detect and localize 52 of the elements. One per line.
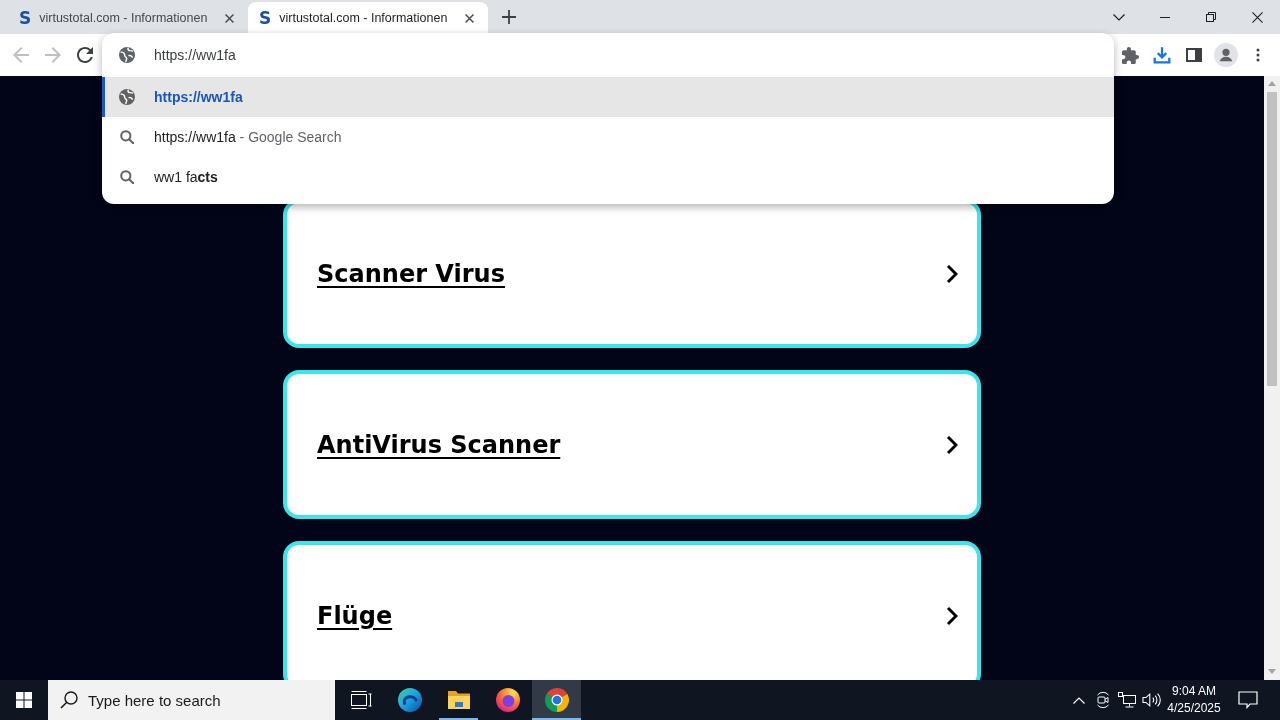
browser-tab[interactable]: S virtustotal.com - Informationen bbox=[8, 2, 248, 34]
clock-date: 4/25/2025 bbox=[1166, 700, 1222, 717]
close-icon bbox=[1251, 11, 1263, 23]
globe-icon bbox=[119, 89, 135, 105]
orb-logo-icon bbox=[495, 688, 520, 712]
chevron-right-icon bbox=[946, 605, 958, 626]
omnibox-suggestion[interactable]: https://ww1fa - Google Search bbox=[102, 117, 1114, 157]
arrow-left-icon bbox=[13, 47, 29, 63]
arrow-right-icon bbox=[45, 47, 61, 63]
search-icon bbox=[120, 130, 134, 144]
tab-favicon: S bbox=[19, 9, 32, 27]
camera-icon bbox=[1095, 692, 1111, 708]
card-title-link[interactable]: AntiVirus Scanner bbox=[317, 426, 561, 463]
scrollbar-thumb[interactable] bbox=[1267, 92, 1277, 386]
chevron-right-icon bbox=[946, 263, 958, 284]
omnibox-suggestion[interactable]: https://ww1fa bbox=[102, 77, 1114, 117]
profile-button[interactable] bbox=[1212, 41, 1240, 69]
plus-icon bbox=[502, 10, 516, 24]
start-icon bbox=[16, 692, 32, 708]
omnibox-suggestion[interactable]: ww1 facts bbox=[102, 157, 1114, 197]
side-panel-icon bbox=[1186, 48, 1202, 62]
search-icon bbox=[60, 691, 78, 709]
card-title-link[interactable]: Scanner Virus bbox=[317, 255, 505, 292]
browser-tab[interactable]: S virtustotal.com - Informationen bbox=[248, 2, 488, 34]
network-icon bbox=[1118, 692, 1136, 708]
chevron-right-icon bbox=[946, 434, 958, 455]
chevron-down-icon bbox=[1113, 13, 1125, 21]
task-view-icon bbox=[349, 690, 372, 710]
folder-icon bbox=[446, 690, 471, 710]
ring-logo-icon bbox=[544, 688, 569, 712]
reload-icon bbox=[77, 47, 93, 63]
minimize-icon bbox=[1160, 16, 1170, 18]
volume-icon bbox=[1141, 692, 1161, 708]
swirl-logo-icon bbox=[397, 688, 422, 712]
close-icon bbox=[464, 13, 474, 23]
address-field[interactable]: https://ww1fa bbox=[154, 44, 1114, 66]
clock-time: 9:04 AM bbox=[1171, 683, 1217, 700]
card-title-link[interactable]: Flüge bbox=[317, 597, 393, 634]
globe-icon bbox=[119, 47, 135, 63]
taskbar-app-button[interactable] bbox=[532, 680, 581, 720]
notification-icon bbox=[1237, 691, 1258, 709]
close-icon bbox=[224, 13, 234, 23]
download-icon bbox=[1153, 46, 1171, 64]
search-icon bbox=[120, 170, 134, 184]
tab-favicon: S bbox=[259, 9, 272, 27]
restore-icon bbox=[1206, 12, 1216, 22]
avatar-icon bbox=[1214, 43, 1238, 67]
scrollbar[interactable] bbox=[1264, 76, 1280, 680]
menu-icon bbox=[1256, 48, 1260, 62]
taskbar-search-field[interactable]: Type here to search bbox=[48, 680, 335, 720]
chevron-up-icon bbox=[1073, 696, 1085, 704]
puzzle-piece-icon bbox=[1121, 46, 1139, 64]
